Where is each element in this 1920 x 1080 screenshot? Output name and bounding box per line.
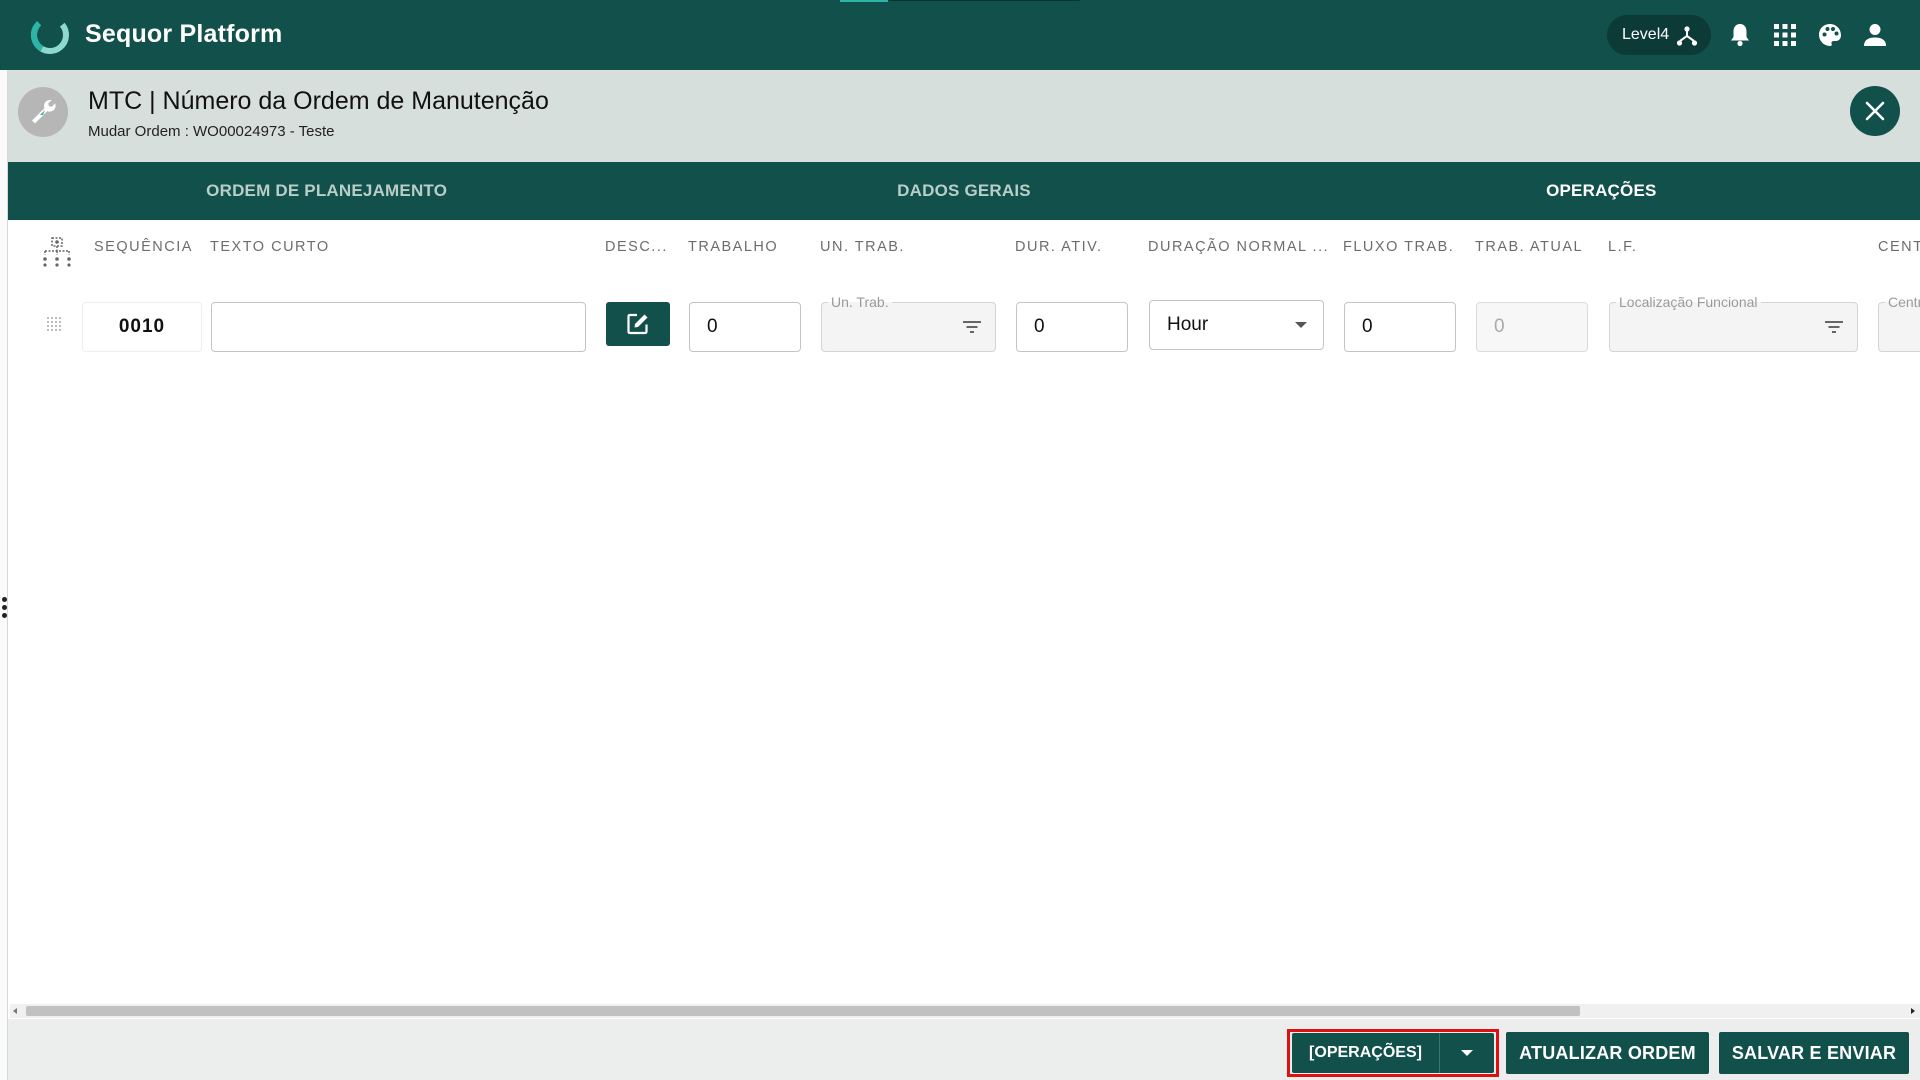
filter-icon [1825, 321, 1843, 333]
trab-atual-input: 0 [1476, 302, 1588, 352]
fluxo-trab-input[interactable]: 0 [1344, 302, 1456, 352]
centro-label: Centr [1885, 295, 1920, 309]
page-title: MTC | Número da Ordem de Manutenção [88, 87, 549, 115]
module-avatar [18, 87, 68, 137]
trab-atual-value: 0 [1494, 316, 1505, 337]
salvar-e-enviar-button[interactable]: SALVAR E ENVIAR [1719, 1032, 1909, 1074]
dur-ativ-value: 0 [1034, 316, 1045, 337]
column-header-sequencia[interactable]: SEQUÊNCIA [94, 239, 193, 255]
drag-handle-icon[interactable] [46, 316, 62, 332]
top-progress-indicator [840, 0, 888, 2]
column-header-trabalho[interactable]: TRABALHO [688, 239, 778, 255]
filter-icon [963, 321, 981, 333]
operacoes-button[interactable]: [OPERAÇÕES] [1292, 1033, 1440, 1073]
close-icon [1865, 101, 1885, 121]
level-label: Level4 [1622, 26, 1670, 43]
column-header-dur-ativ[interactable]: DUR. ATIV. [1015, 239, 1103, 255]
top-progress-track [888, 0, 1080, 1]
scroll-left-icon[interactable] [13, 1008, 17, 1014]
bell-icon [1731, 24, 1749, 47]
side-menu-toggle[interactable] [2, 597, 8, 623]
chevron-down-icon [1295, 322, 1307, 328]
un-trab-select[interactable]: Un. Trab. [821, 295, 996, 352]
duracao-normal-value: Hour [1167, 314, 1209, 335]
column-header-un-trab[interactable]: UN. TRAB. [820, 239, 905, 255]
column-header-trab-atual[interactable]: TRAB. ATUAL [1475, 239, 1583, 255]
side-drawer-edge [0, 70, 8, 1080]
apps-button[interactable] [1770, 20, 1800, 50]
sequence-value: 0010 [82, 302, 202, 352]
operacoes-split-button[interactable]: [OPERAÇÕES] [1292, 1033, 1494, 1073]
trabalho-input[interactable]: 0 [689, 302, 801, 352]
texto-curto-input[interactable] [211, 302, 586, 352]
page-header: MTC | Número da Ordem de Manutenção Muda… [8, 70, 1920, 162]
fluxo-trab-value: 0 [1362, 316, 1373, 337]
theme-button[interactable] [1815, 20, 1845, 50]
close-button[interactable] [1850, 86, 1900, 136]
column-header-texto-curto[interactable]: TEXTO CURTO [210, 239, 330, 255]
palette-icon [1819, 24, 1841, 46]
apps-grid-icon [1774, 24, 1796, 46]
hierarchy-icon [1676, 26, 1698, 46]
edit-icon [627, 313, 648, 335]
page-subtitle: Mudar Ordem : WO00024973 - Teste [88, 123, 335, 140]
user-icon [1864, 24, 1886, 46]
column-header-fluxo-trab[interactable]: FLUXO TRAB. [1343, 239, 1454, 255]
trabalho-value: 0 [707, 316, 718, 337]
un-trab-label: Un. Trab. [828, 295, 892, 309]
tab-dados-gerais[interactable]: DADOS GERAIS [645, 162, 1282, 220]
notifications-button[interactable] [1725, 20, 1755, 50]
sequor-logo-icon[interactable] [28, 13, 72, 57]
localizacao-funcional-label: Localização Funcional [1616, 295, 1761, 309]
app-bar: Sequor Platform Level4 [0, 0, 1920, 70]
column-header-desc[interactable]: DESC... [605, 239, 668, 255]
app-title: Sequor Platform [85, 20, 283, 48]
tab-bar: ORDEM DE PLANEJAMENTO DADOS GERAIS OPERA… [8, 162, 1920, 220]
wrench-icon [32, 100, 56, 124]
column-header-duracao-normal[interactable]: DURAÇÃO NORMAL ... [1148, 239, 1329, 255]
operacoes-dropdown-button[interactable] [1440, 1033, 1494, 1073]
column-header-lf[interactable]: L.F. [1608, 239, 1637, 255]
tab-operacoes[interactable]: OPERAÇÕES [1283, 162, 1920, 220]
chevron-down-icon [1461, 1050, 1473, 1056]
horizontal-scrollbar[interactable] [10, 1004, 1920, 1018]
atualizar-ordem-button[interactable]: ATUALIZAR ORDEM [1506, 1032, 1709, 1074]
scrollbar-thumb[interactable] [26, 1006, 1580, 1016]
column-header-cent[interactable]: CENT [1878, 239, 1920, 255]
localizacao-funcional-select[interactable]: Localização Funcional [1609, 295, 1858, 352]
user-menu-button[interactable] [1860, 20, 1890, 50]
level-selector[interactable]: Level4 [1607, 15, 1711, 55]
centro-select[interactable]: Centr [1878, 295, 1920, 352]
duracao-normal-select[interactable]: Hour [1149, 300, 1324, 350]
tree-icon[interactable] [42, 237, 72, 267]
edit-description-button[interactable] [606, 302, 670, 346]
dur-ativ-input[interactable]: 0 [1016, 302, 1128, 352]
tab-ordem-de-planejamento[interactable]: ORDEM DE PLANEJAMENTO [8, 162, 645, 220]
scroll-right-icon[interactable] [1911, 1008, 1915, 1014]
